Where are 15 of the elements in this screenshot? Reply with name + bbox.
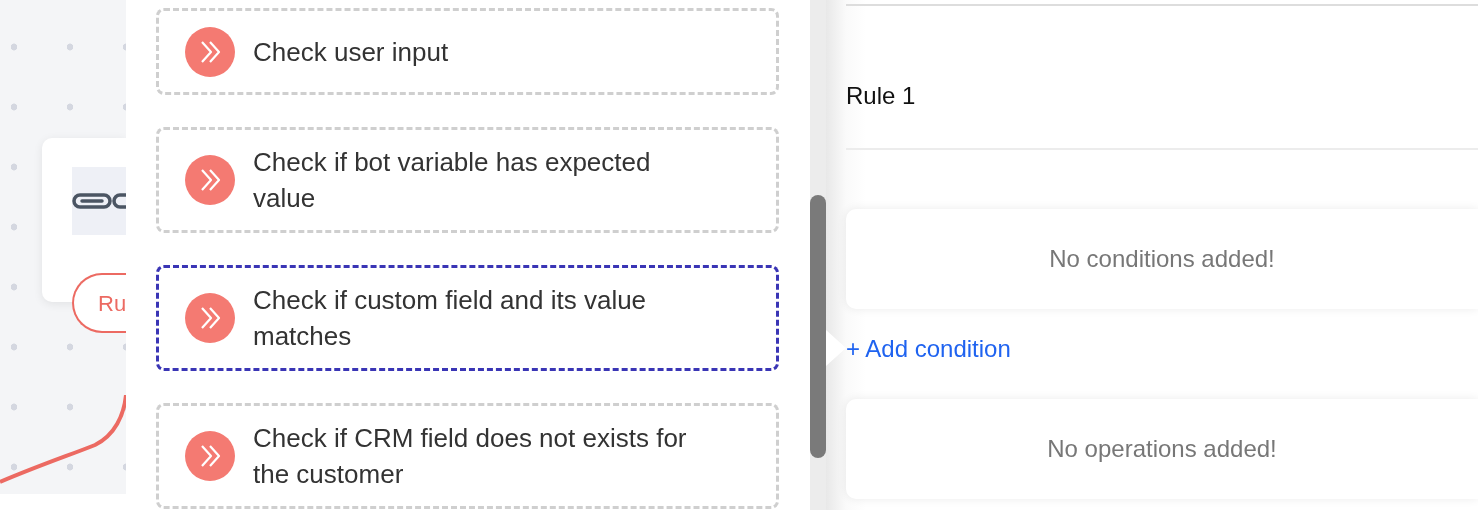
scrollbar-thumb[interactable] <box>810 195 826 458</box>
condition-option[interactable]: Check if bot variable has expected value <box>156 127 779 233</box>
empty-operations-message: No operations added! <box>846 399 1478 499</box>
add-condition-link[interactable]: + Add condition <box>846 334 1011 364</box>
double-chevron-icon <box>185 155 235 205</box>
double-chevron-icon <box>185 431 235 481</box>
condition-option[interactable]: Check if CRM field does not exists for the customer <box>156 403 779 509</box>
panel-pointer <box>826 330 846 366</box>
double-chevron-icon <box>185 26 235 77</box>
double-chevron-icon <box>185 293 235 343</box>
condition-option[interactable]: Check user input <box>156 8 779 95</box>
rule-title: Rule 1 <box>846 81 917 111</box>
condition-option[interactable]: Check if custom field and its value matches <box>156 265 779 371</box>
link-icon <box>72 191 126 211</box>
empty-conditions-message: No conditions added! <box>846 209 1478 309</box>
